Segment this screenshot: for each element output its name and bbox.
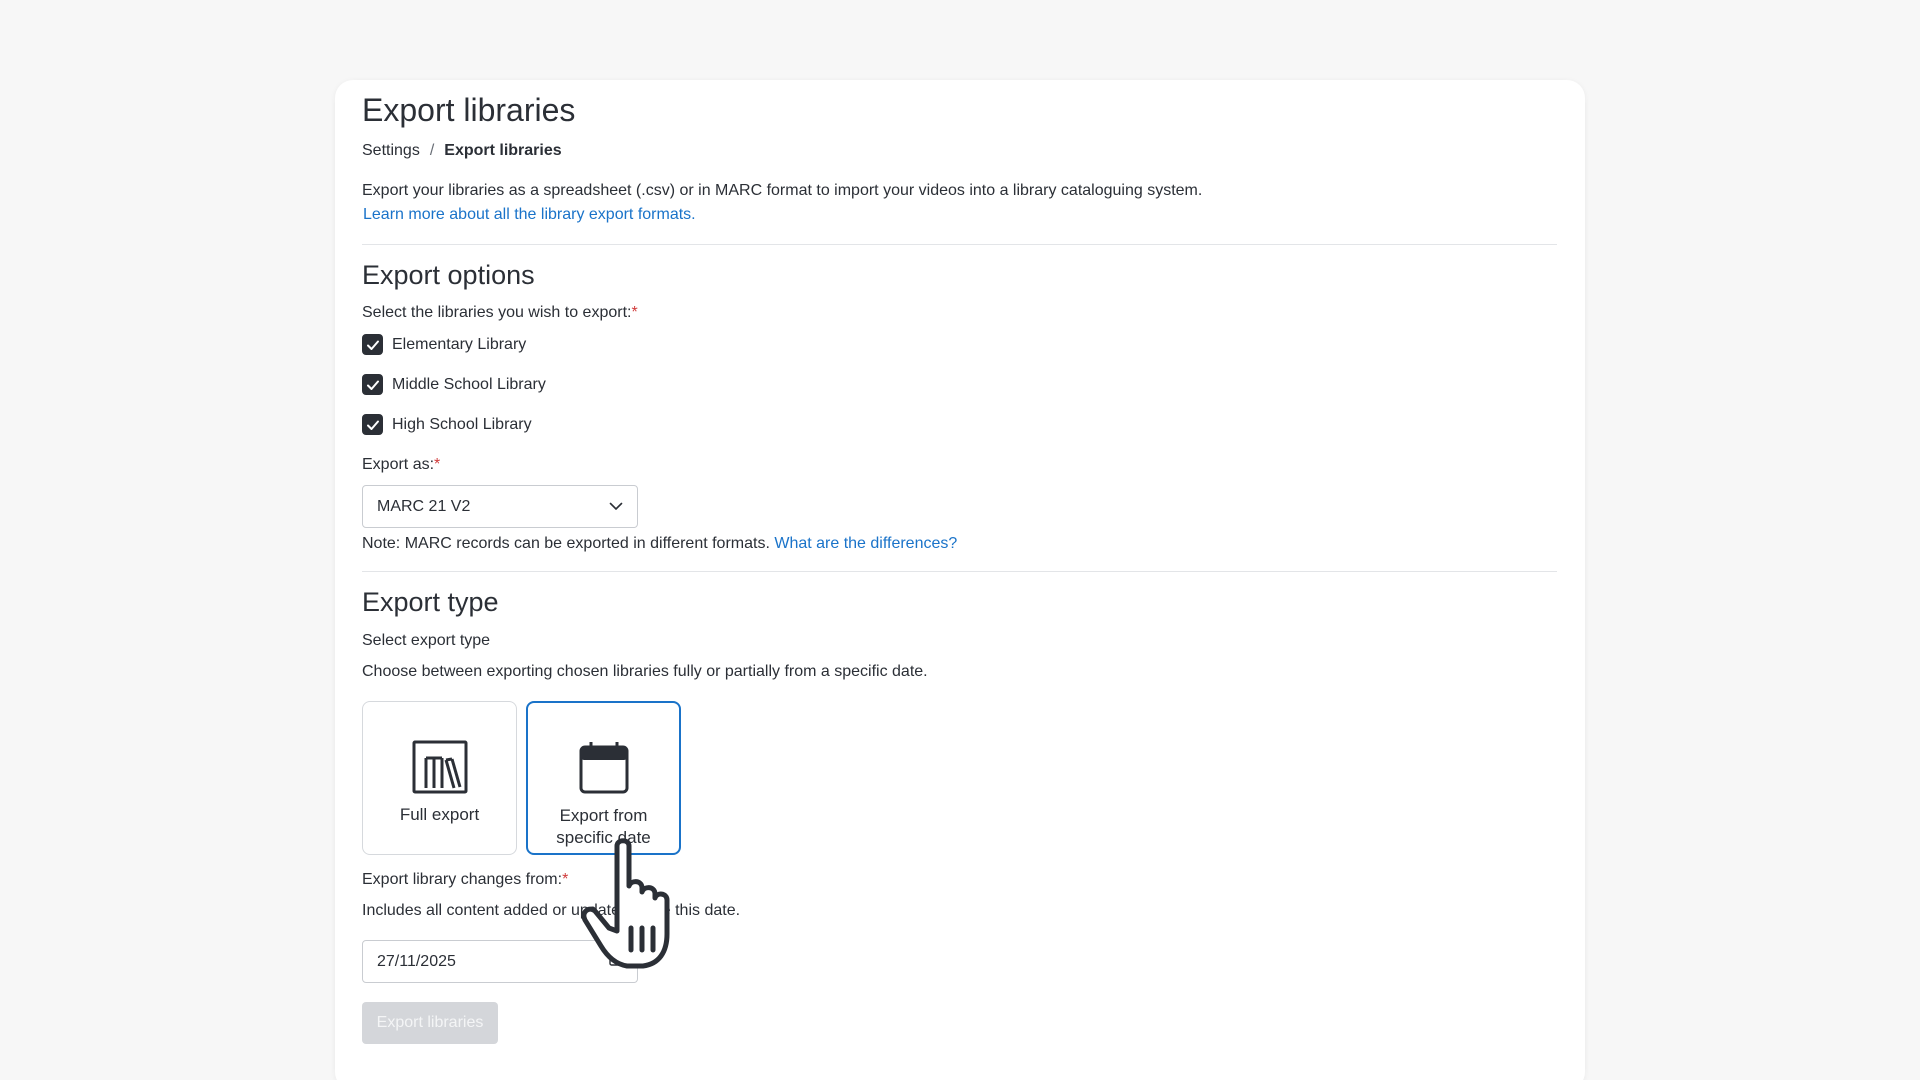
required-mark: * <box>562 871 569 888</box>
library-icon <box>412 740 468 794</box>
library-label: High School Library <box>392 415 532 433</box>
export-from-date-option[interactable]: Export from specific date <box>526 701 681 855</box>
hand-pointer-cursor-icon <box>581 838 670 969</box>
calendar-icon <box>579 741 629 795</box>
export-format-select[interactable]: MARC 21 V2 <box>362 485 638 528</box>
library-label: Middle School Library <box>392 375 546 393</box>
export-type-description: Choose between exporting chosen librarie… <box>362 663 928 680</box>
full-export-option[interactable]: Full export <box>362 701 517 855</box>
marc-note-text: Note: MARC records can be exported in di… <box>362 535 770 552</box>
library-checkbox-high-school[interactable]: High School Library <box>362 414 532 435</box>
export-as-label: Export as:* <box>362 456 440 474</box>
libraries-label-text: Select the libraries you wish to export: <box>362 304 632 321</box>
checkbox-checked-icon[interactable] <box>362 414 383 435</box>
required-mark: * <box>631 304 638 321</box>
changes-from-label-text: Export library changes from: <box>362 871 563 888</box>
library-checkbox-middle-school[interactable]: Middle School Library <box>362 374 546 395</box>
select-export-type-label: Select export type <box>362 632 491 649</box>
changes-from-label: Export library changes from:* <box>362 871 568 889</box>
export-date-value: 27/11/2025 <box>377 952 456 970</box>
page-description: Export your libraries as a spreadsheet (… <box>362 182 1203 199</box>
export-libraries-button[interactable]: Export libraries <box>362 1002 498 1044</box>
required-mark: * <box>434 456 441 473</box>
checkbox-checked-icon[interactable] <box>362 334 383 355</box>
library-checkbox-elementary[interactable]: Elementary Library <box>362 334 526 355</box>
learn-more-link[interactable]: Learn more about all the library export … <box>363 206 696 224</box>
page-title: Export libraries <box>362 92 576 128</box>
breadcrumb-settings[interactable]: Settings <box>362 142 420 160</box>
export-format-value: MARC 21 V2 <box>377 497 471 515</box>
marc-note: Note: MARC records can be exported in di… <box>362 535 957 553</box>
chevron-down-icon <box>609 498 623 516</box>
export-libraries-card: Export libraries Settings / Export libra… <box>335 80 1585 1080</box>
full-export-label: Full export <box>399 805 480 824</box>
export-options-heading: Export options <box>362 260 535 290</box>
library-label: Elementary Library <box>392 335 527 353</box>
export-as-label-text: Export as: <box>362 456 435 473</box>
breadcrumb-separator: / <box>429 142 435 159</box>
libraries-label: Select the libraries you wish to export:… <box>362 304 638 322</box>
differences-link[interactable]: What are the differences? <box>774 535 957 552</box>
divider <box>362 244 1557 245</box>
checkbox-checked-icon[interactable] <box>362 374 383 395</box>
divider <box>362 571 1557 572</box>
breadcrumb: Settings / Export libraries <box>362 142 562 160</box>
breadcrumb-current: Export libraries <box>444 142 562 159</box>
export-type-heading: Export type <box>362 587 499 617</box>
